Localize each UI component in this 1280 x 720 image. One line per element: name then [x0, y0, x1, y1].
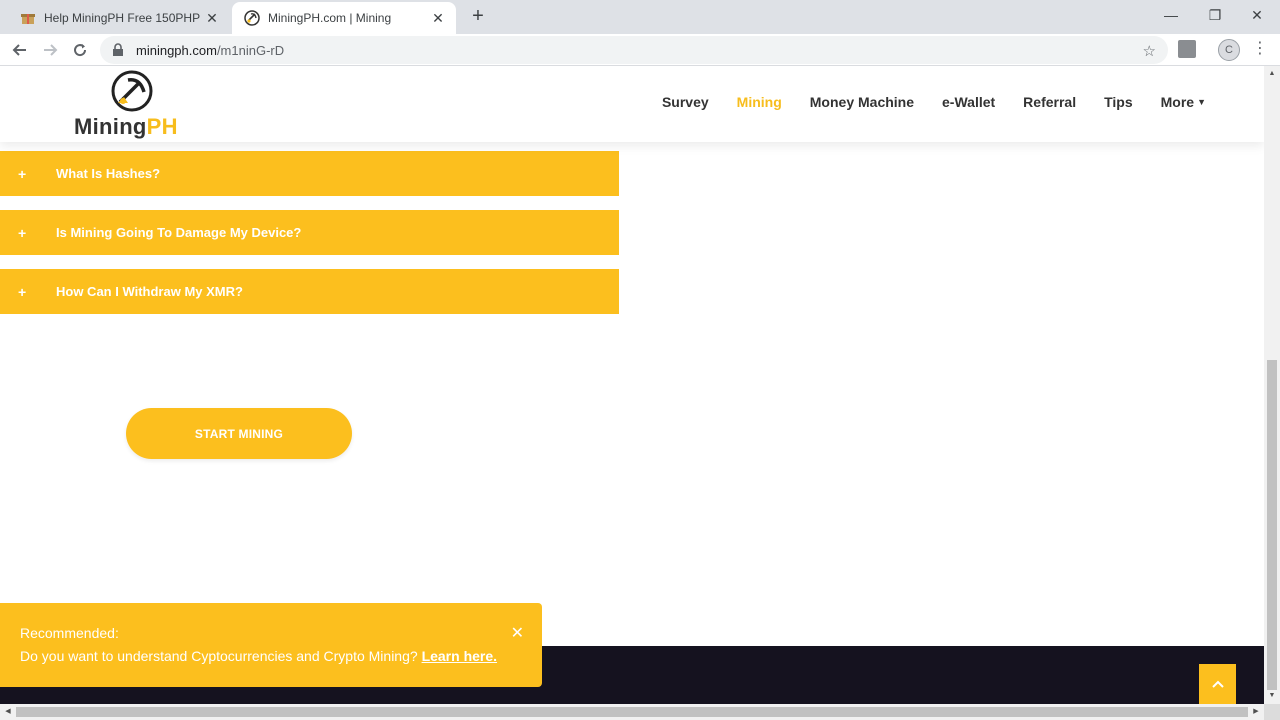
plus-icon: +	[18, 283, 27, 300]
faq-item[interactable]: + How Can I Withdraw My XMR?	[0, 269, 619, 314]
lock-icon	[112, 43, 126, 57]
browser-toolbar: miningph.com/m1ninG-rD ☆	[0, 34, 1280, 66]
site-header: MiningPH Survey Mining Money Machine e-W…	[0, 66, 1264, 142]
extension-icon[interactable]	[1178, 40, 1196, 58]
horizontal-scroll-thumb[interactable]	[16, 707, 1248, 717]
browser-tab-bar: Help MiningPH Free 150PHP upd ✕ MiningPH…	[0, 0, 1280, 34]
browser-tab-help[interactable]: Help MiningPH Free 150PHP upd ✕	[8, 2, 230, 34]
scroll-to-top-button[interactable]	[1199, 664, 1236, 704]
scroll-left-arrow-icon[interactable]: ◀	[0, 704, 16, 720]
close-popup-icon[interactable]: ✕	[511, 623, 524, 643]
minimize-button[interactable]: —	[1148, 0, 1194, 30]
faq-item[interactable]: + Is Mining Going To Damage My Device?	[0, 210, 619, 255]
url-path: /m1ninG-rD	[216, 42, 285, 58]
plus-icon: +	[18, 224, 27, 241]
brand-ph: PH	[146, 114, 178, 139]
reload-button[interactable]	[68, 38, 92, 62]
popup-title: Recommended:	[20, 625, 119, 641]
bookmark-star-icon[interactable]: ☆	[1143, 42, 1156, 60]
nav-survey[interactable]: Survey	[662, 94, 709, 110]
nav-tips[interactable]: Tips	[1104, 94, 1133, 110]
reload-icon	[74, 44, 87, 57]
browser-tab-mining[interactable]: MiningPH.com | Mining ✕	[232, 2, 456, 34]
nav-e-wallet[interactable]: e-Wallet	[942, 94, 995, 110]
main-nav: Survey Mining Money Machine e-Wallet Ref…	[662, 94, 1206, 110]
restore-button[interactable]: ❐	[1192, 0, 1238, 30]
close-window-button[interactable]: ✕	[1234, 0, 1280, 30]
recommendation-popup: Recommended: Do you want to understand C…	[0, 603, 542, 687]
faq-question: How Can I Withdraw My XMR?	[56, 284, 243, 299]
forward-button[interactable]	[38, 38, 62, 62]
nav-referral[interactable]: Referral	[1023, 94, 1076, 110]
horizontal-scrollbar[interactable]: ◀ ▶	[0, 704, 1264, 720]
pickaxe-favicon-icon	[244, 10, 260, 26]
faq-question: What Is Hashes?	[56, 166, 161, 181]
site-logo[interactable]: MiningPH	[74, 70, 194, 140]
nav-more-label: More	[1160, 94, 1195, 110]
nav-money-machine[interactable]: Money Machine	[810, 94, 914, 110]
back-arrow-icon	[12, 44, 26, 56]
vertical-scroll-thumb[interactable]	[1267, 360, 1277, 690]
scroll-up-arrow-icon[interactable]: ▲	[1264, 66, 1280, 82]
page-viewport: MiningPH Survey Mining Money Machine e-W…	[0, 66, 1264, 704]
browser-menu-icon[interactable]: ⋮	[1252, 38, 1268, 60]
new-tab-button[interactable]: +	[466, 4, 490, 28]
nav-more[interactable]: More ▼	[1161, 94, 1206, 110]
scroll-right-arrow-icon[interactable]: ▶	[1248, 704, 1264, 720]
nav-mining[interactable]: Mining	[737, 94, 782, 110]
vertical-scrollbar[interactable]: ▲ ▼	[1264, 66, 1280, 704]
brand-mining: Mining	[74, 114, 147, 139]
back-button[interactable]	[8, 38, 32, 62]
close-tab-icon[interactable]: ✕	[430, 10, 446, 27]
scrollbar-corner	[1264, 704, 1280, 720]
forward-arrow-icon	[44, 44, 58, 56]
tab-title: Help MiningPH Free 150PHP upd	[44, 11, 204, 25]
chevron-up-icon	[1211, 680, 1224, 688]
close-tab-icon[interactable]: ✕	[204, 10, 220, 27]
url-host: miningph.com	[136, 42, 217, 58]
gift-icon	[20, 10, 36, 26]
address-bar[interactable]: miningph.com/m1ninG-rD ☆	[100, 36, 1168, 64]
caret-down-icon: ▼	[1197, 97, 1206, 107]
profile-avatar[interactable]: C	[1218, 39, 1240, 61]
faq-question: Is Mining Going To Damage My Device?	[56, 225, 302, 240]
faq-item[interactable]: + What Is Hashes?	[0, 151, 619, 196]
pickaxe-logo-icon	[111, 70, 153, 112]
brand-name: MiningPH	[74, 114, 178, 140]
learn-here-link[interactable]: Learn here.	[422, 648, 497, 664]
tab-title: MiningPH.com | Mining	[268, 11, 392, 25]
start-mining-button[interactable]: START MINING	[126, 408, 352, 459]
popup-text: Do you want to understand Cyptocurrencie…	[20, 648, 418, 664]
plus-icon: +	[18, 165, 27, 182]
scroll-down-arrow-icon[interactable]: ▼	[1264, 688, 1280, 704]
popup-body: Do you want to understand Cyptocurrencie…	[20, 648, 542, 664]
